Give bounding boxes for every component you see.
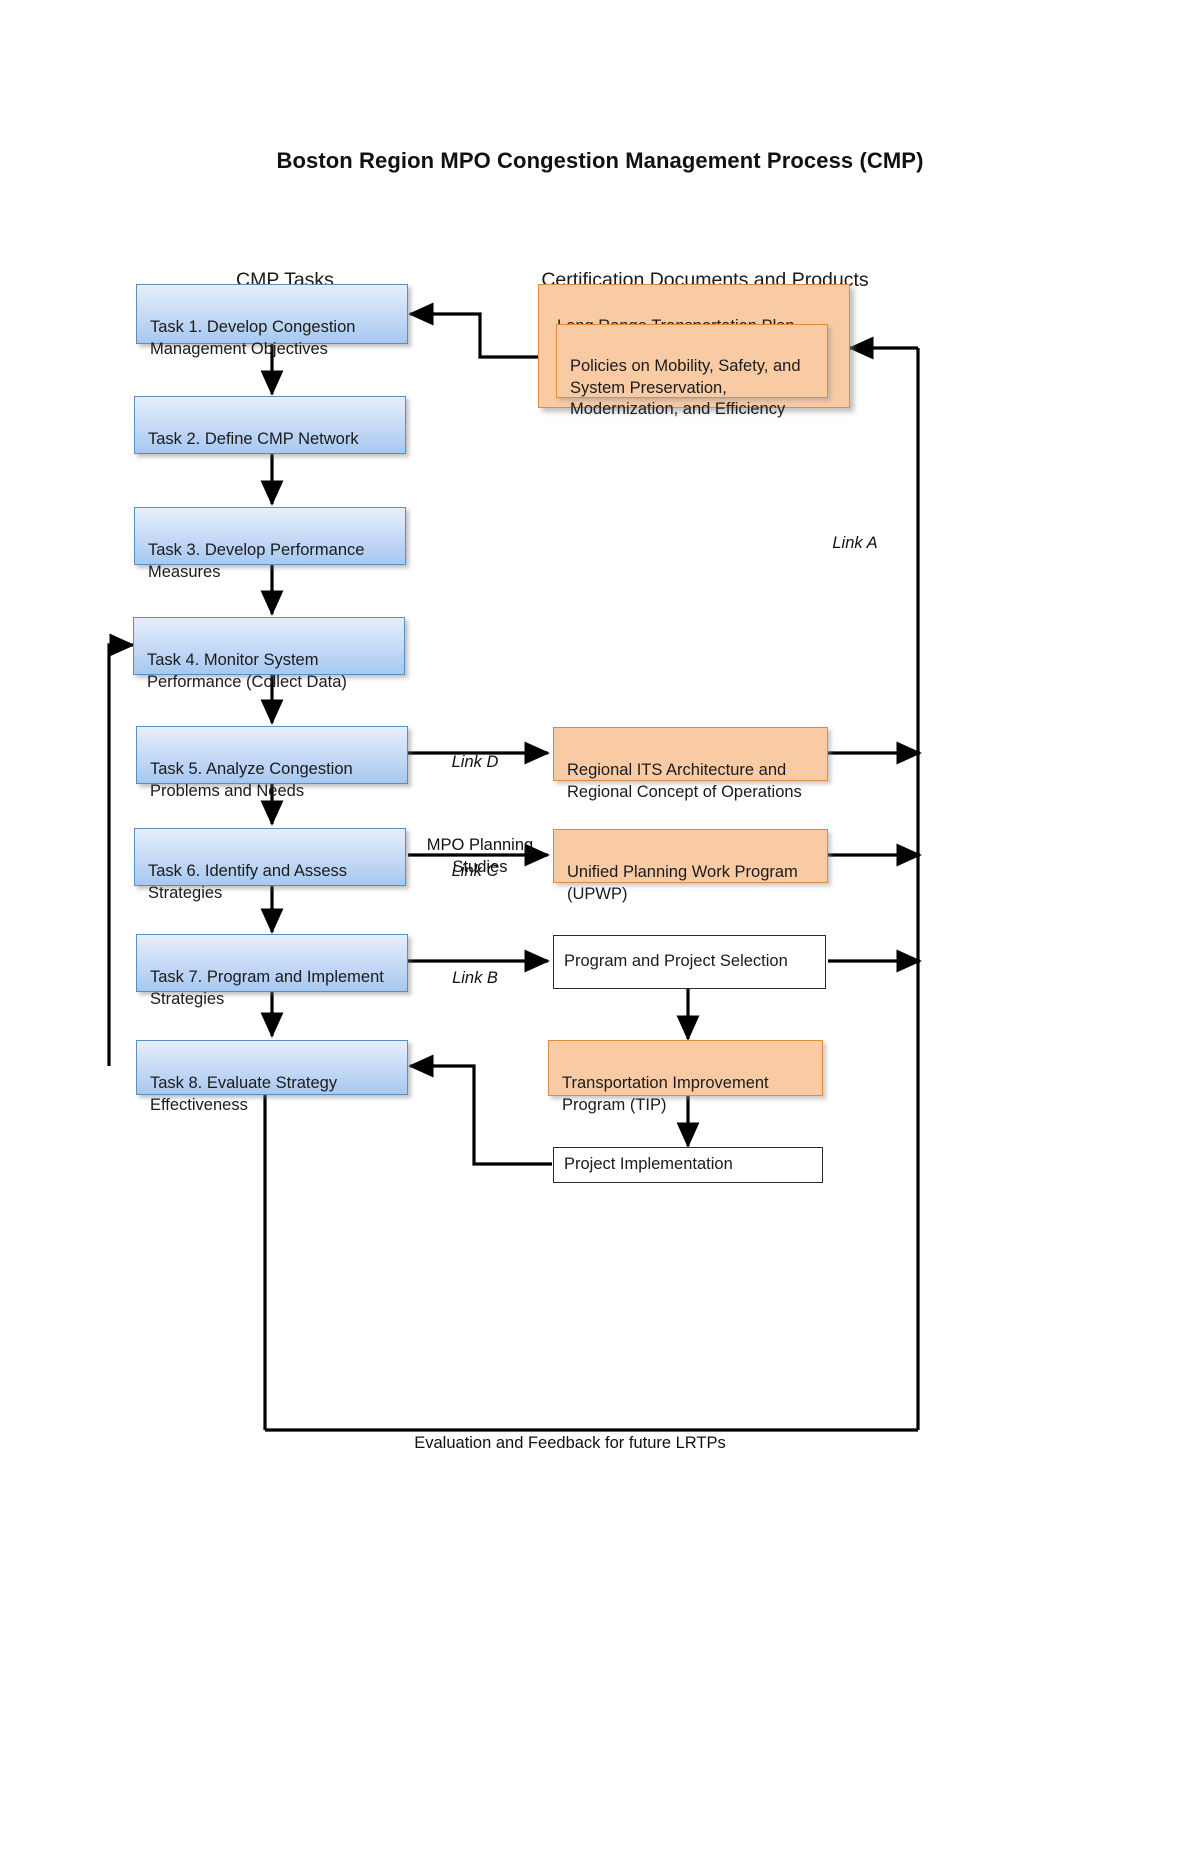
node-task2[interactable]: Task 2. Define CMP Network	[134, 396, 406, 454]
footer-label-evaluation-feedback: Evaluation and Feedback for future LRTPs	[300, 1434, 840, 1453]
node-project-implementation-label: Project Implementation	[564, 1155, 733, 1174]
node-task8-label: Task 8. Evaluate Strategy Effectiveness	[150, 1074, 338, 1114]
flowchart-diagram: Boston Region MPO Congestion Management …	[0, 0, 1200, 1868]
node-policies-label: Policies on Mobility, Safety, and System…	[570, 357, 801, 419]
edge-task8-task4	[107, 633, 135, 1066]
edge-label-link-a-text: Link A	[832, 534, 878, 552]
edge-label-link-a: Link A	[800, 533, 910, 554]
node-tip-label: Transportation Improvement Program (TIP)	[562, 1074, 769, 1114]
node-tip[interactable]: Transportation Improvement Program (TIP)	[548, 1040, 823, 1114]
edge-lrtp-task1	[408, 302, 556, 359]
edge-label-link-b: Link B	[420, 968, 530, 989]
node-task7[interactable]: Task 7. Program and Implement Strategies	[136, 934, 408, 1008]
node-task3[interactable]: Task 3. Develop Performance Measures	[134, 507, 406, 581]
node-policies[interactable]: Policies on Mobility, Safety, and System…	[556, 324, 828, 418]
node-task5-label: Task 5. Analyze Congestion Problems and …	[150, 760, 353, 800]
node-task1[interactable]: Task 1. Develop Congestion Management Ob…	[136, 284, 408, 358]
edge-label-link-b-text: Link B	[452, 969, 498, 987]
node-task1-label: Task 1. Develop Congestion Management Ob…	[150, 318, 356, 358]
node-upwp-label: Unified Planning Work Program (UPWP)	[567, 863, 798, 903]
node-project-implementation[interactable]: Project Implementation	[553, 1147, 823, 1183]
footer-label-text: Evaluation and Feedback for future LRTPs	[414, 1434, 726, 1452]
node-task3-label: Task 3. Develop Performance Measures	[148, 541, 365, 581]
edge-implementation-task8	[408, 1054, 552, 1166]
node-task7-label: Task 7. Program and Implement Strategies	[150, 968, 384, 1008]
edge-label-link-c-text: Link C	[451, 862, 499, 880]
edge-label-link-d: Link D	[420, 752, 530, 773]
node-task6-label: Task 6. Identify and Assess Strategies	[148, 862, 348, 902]
node-regional-its-architecture-label: Regional ITS Architecture and Regional C…	[567, 761, 802, 801]
node-task6[interactable]: Task 6. Identify and Assess Strategies	[134, 828, 406, 902]
node-task5[interactable]: Task 5. Analyze Congestion Problems and …	[136, 726, 408, 800]
edge-label-link-c: Link C	[420, 861, 530, 882]
node-program-project-selection-label: Program and Project Selection	[564, 952, 788, 971]
page-title: Boston Region MPO Congestion Management …	[276, 148, 924, 173]
node-task4[interactable]: Task 4. Monitor System Performance (Coll…	[133, 617, 405, 691]
node-task4-label: Task 4. Monitor System Performance (Coll…	[147, 651, 347, 691]
node-regional-its-architecture[interactable]: Regional ITS Architecture and Regional C…	[553, 727, 828, 801]
node-upwp[interactable]: Unified Planning Work Program (UPWP)	[553, 829, 828, 903]
node-program-project-selection[interactable]: Program and Project Selection	[553, 935, 826, 989]
node-task8[interactable]: Task 8. Evaluate Strategy Effectiveness	[136, 1040, 408, 1114]
node-task2-label: Task 2. Define CMP Network	[148, 430, 359, 449]
edge-label-link-d-text: Link D	[451, 753, 499, 771]
